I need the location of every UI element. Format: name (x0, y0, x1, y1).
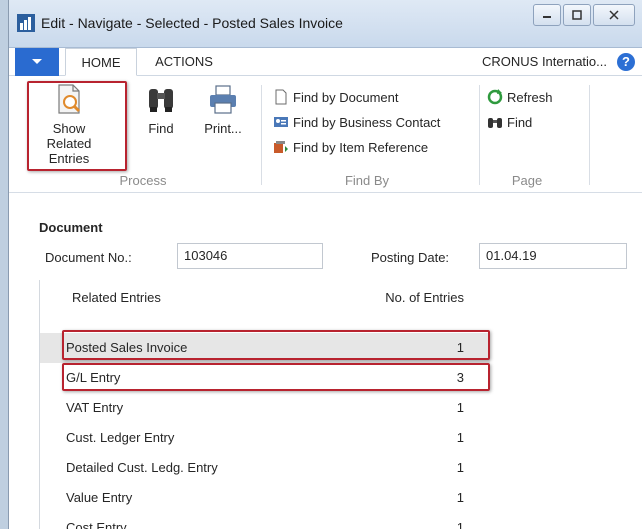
refresh-label: Refresh (507, 89, 553, 105)
minimize-button[interactable] (533, 4, 561, 26)
chevron-down-icon (32, 59, 42, 64)
find-by-item-reference-label: Find by Item Reference (293, 139, 429, 155)
document-section-title: Document (39, 220, 103, 235)
page-find-button[interactable]: Find (487, 112, 532, 132)
document-icon (275, 89, 287, 105)
application-menu-button[interactable] (15, 48, 59, 76)
related-entries-grid: Related Entries No. of Entries Posted Sa… (39, 280, 490, 529)
find-by-document-label: Find by Document (293, 89, 399, 105)
table-row[interactable]: VAT Entry 1 (40, 393, 490, 423)
refresh-icon (487, 89, 503, 105)
ribbon-tab-bar: HOME ACTIONS CRONUS Internatio... ? (9, 48, 642, 76)
posting-date-label: Posting Date: (371, 250, 450, 265)
tab-actions[interactable]: ACTIONS (143, 48, 225, 76)
document-no-label: Document No.: (45, 250, 132, 265)
process-group-label: Process (119, 173, 167, 188)
column-header-related-entries[interactable]: Related Entries (72, 290, 161, 305)
page-find-label: Find (507, 114, 533, 130)
ribbon-separator (261, 85, 262, 185)
document-no-field[interactable]: 103046 (177, 243, 323, 269)
entry-name: Cust. Ledger Entry (66, 430, 175, 445)
find-button[interactable]: Find (141, 83, 181, 136)
entry-count[interactable]: 1 (457, 400, 464, 415)
printer-icon (210, 85, 236, 114)
ribbon-separator (589, 85, 590, 185)
highlight-box-posted-sales-invoice (62, 330, 490, 360)
title-bar: Edit - Navigate - Selected - Posted Sale… (9, 0, 642, 48)
maximize-button[interactable] (563, 4, 591, 26)
table-row[interactable]: Detailed Cust. Ledg. Entry 1 (40, 453, 490, 483)
print-label: Print... (204, 121, 242, 136)
posting-date-field[interactable]: 01.04.19 (479, 243, 627, 269)
dynamics-app-icon (17, 14, 35, 32)
entry-count[interactable]: 1 (457, 490, 464, 505)
find-label: Find (148, 121, 174, 136)
find-by-group-label: Find By (344, 173, 390, 188)
tab-home[interactable]: HOME (65, 48, 137, 76)
contact-card-icon (274, 117, 288, 127)
refresh-button[interactable]: Refresh (487, 87, 553, 107)
find-by-business-contact-label: Find by Business Contact (293, 114, 441, 130)
table-row[interactable]: Cost Entry 1 (40, 513, 490, 529)
entry-name: VAT Entry (66, 400, 124, 415)
binoculars-icon (149, 89, 173, 112)
minimize-icon (543, 16, 551, 18)
close-button[interactable] (593, 4, 635, 26)
entry-count[interactable]: 1 (457, 430, 464, 445)
entry-count[interactable]: 1 (457, 520, 464, 529)
find-by-document-button[interactable]: Find by Document (273, 87, 399, 107)
entry-name: Cost Entry (66, 520, 127, 529)
grid-header: Related Entries No. of Entries (40, 280, 490, 318)
entry-name: Value Entry (66, 490, 133, 505)
company-name[interactable]: CRONUS Internatio... (482, 48, 607, 76)
item-reference-icon (274, 141, 288, 153)
page-group-label: Page (511, 173, 543, 188)
entry-count[interactable]: 1 (457, 460, 464, 475)
ribbon-separator (479, 85, 480, 185)
close-icon (609, 10, 619, 20)
navigate-window: Edit - Navigate - Selected - Posted Sale… (8, 0, 642, 529)
ribbon: Show Related Entries Find Print... Proce… (9, 77, 642, 193)
highlight-box-gl-entry (62, 363, 490, 391)
highlight-box-show-related (27, 81, 127, 171)
entry-name: Detailed Cust. Ledg. Entry (66, 460, 218, 475)
column-header-no-of-entries[interactable]: No. of Entries (385, 290, 464, 305)
print-button[interactable]: Print... (199, 83, 247, 136)
help-icon[interactable]: ? (617, 53, 635, 71)
binoculars-icon (488, 118, 502, 128)
table-row[interactable]: Value Entry 1 (40, 483, 490, 513)
window-title: Edit - Navigate - Selected - Posted Sale… (41, 15, 343, 31)
maximize-icon (572, 10, 582, 20)
table-row[interactable]: Cust. Ledger Entry 1 (40, 423, 490, 453)
find-by-business-contact-button[interactable]: Find by Business Contact (273, 112, 440, 132)
find-by-item-reference-button[interactable]: Find by Item Reference (273, 137, 428, 157)
